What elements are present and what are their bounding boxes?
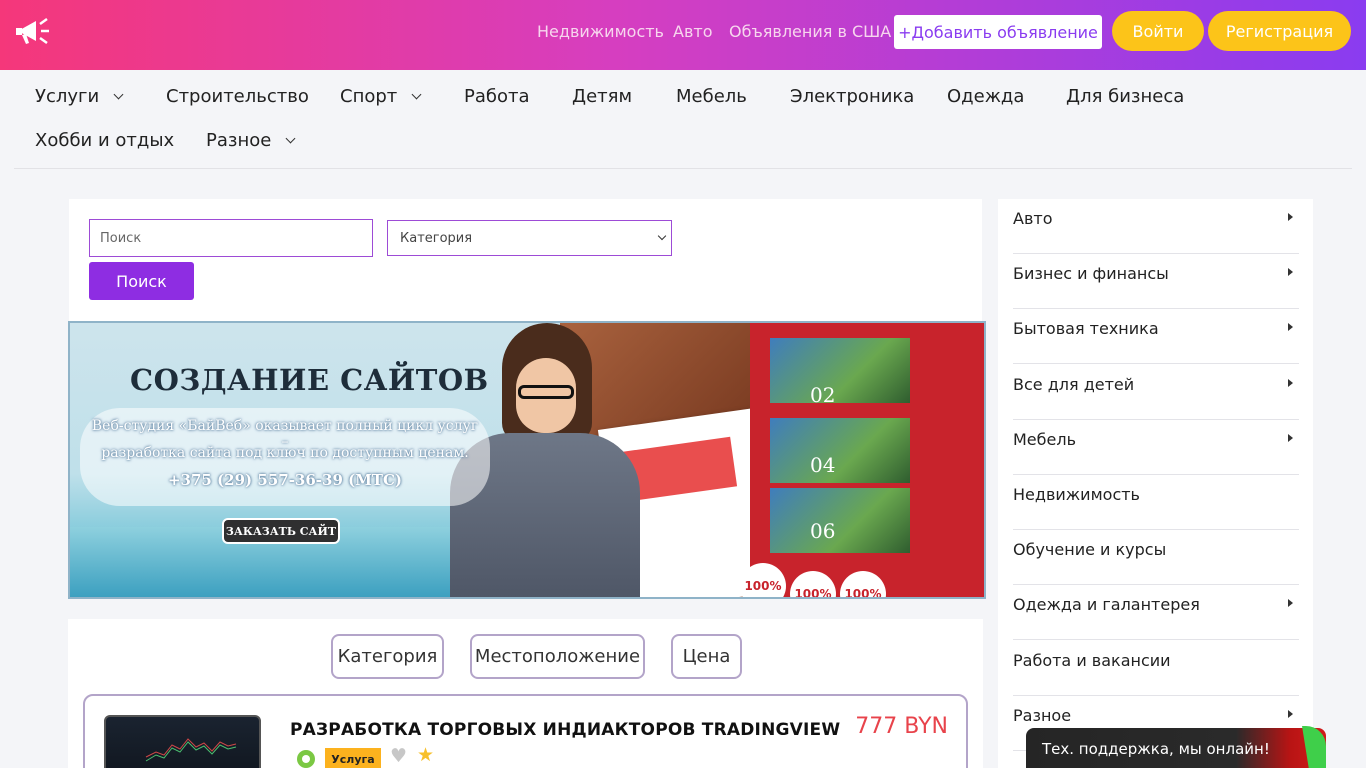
filter-price-button[interactable]: Цена [671, 634, 742, 679]
category-select-value: Категория [400, 231, 473, 246]
banner-brochure: 02 04 06 100% 100% 100% [740, 323, 984, 597]
support-chat-widget[interactable]: Тех. поддержка, мы онлайн! [1026, 726, 1326, 768]
register-button[interactable]: Регистрация [1208, 11, 1351, 51]
sidebar-item-appliances[interactable]: Бытовая техника [1013, 309, 1299, 364]
top-header: Недвижимость Авто Объявления в США +Доба… [0, 0, 1366, 70]
sidebar-item-label: Бизнес и финансы [1013, 264, 1169, 283]
brochure-photo [770, 488, 910, 553]
service-gear-icon [297, 750, 315, 768]
listing-section: Категория Местоположение Цена РАЗРАБОТКА… [68, 619, 983, 768]
banner-text: разработка сайта под ключ по доступным ц… [101, 445, 469, 461]
category-electronics[interactable]: Электроника [790, 86, 914, 107]
order-site-button[interactable]: ЗАКАЗАТЬ САЙТ [222, 518, 340, 544]
add-listing-button[interactable]: +Добавить объявление [894, 15, 1102, 49]
banner-phone: +375 (29) 557-36-39 (МТС) [167, 471, 403, 489]
category-kids[interactable]: Детям [572, 86, 632, 107]
ad-banner[interactable]: 02 04 06 100% 100% 100% СОЗДАНИЕ САЙТОВ … [68, 321, 986, 599]
category-misc[interactable]: Разное [206, 130, 296, 151]
brochure-photo [770, 338, 910, 403]
caret-right-icon [1288, 379, 1293, 387]
sidebar-item-business[interactable]: Бизнес и финансы [1013, 254, 1299, 309]
sidebar-item-label: Разное [1013, 706, 1072, 725]
category-clothes[interactable]: Одежда [947, 86, 1024, 107]
star-icon[interactable]: ★ [417, 744, 434, 766]
category-furniture[interactable]: Мебель [676, 86, 747, 107]
listing-type-badge: Услуга [325, 748, 381, 768]
brochure-badge: 100% [840, 571, 886, 597]
category-sport[interactable]: Спорт [340, 86, 422, 107]
search-button[interactable]: Поиск [89, 262, 194, 300]
sidebar-item-label: Недвижимость [1013, 485, 1140, 504]
category-services[interactable]: Услуги [35, 86, 124, 107]
listing-title[interactable]: РАЗРАБОТКА ТОРГОВЫХ ИНДИАКТОРОВ TRADINGV… [290, 720, 840, 740]
chevron-down-icon [113, 89, 124, 100]
brochure-number: 06 [810, 519, 836, 543]
category-label: Работа [464, 86, 530, 107]
sidebar-item-auto[interactable]: Авто [1013, 199, 1299, 254]
brochure-photo [770, 418, 910, 483]
category-label: Строительство [166, 86, 309, 107]
nav-link-usa-ads[interactable]: Объявления в США [729, 22, 891, 41]
chat-text: Тех. поддержка, мы онлайн! [1042, 740, 1270, 758]
login-button[interactable]: Войти [1112, 11, 1204, 51]
sidebar-item-label: Мебель [1013, 430, 1077, 449]
sidebar-item-education[interactable]: Обучение и курсы [1013, 530, 1299, 585]
caret-right-icon [1288, 213, 1293, 221]
brochure-number: 04 [810, 453, 836, 477]
category-label: Одежда [947, 86, 1025, 107]
sidebar-item-label: Работа и вакансии [1013, 651, 1171, 670]
category-label: Мебель [676, 86, 747, 107]
sidebar-item-furniture[interactable]: Мебель [1013, 420, 1299, 475]
divider [14, 168, 1352, 169]
search-panel: Поиск Категория Поиск [69, 199, 982, 321]
brochure-badge: 100% [740, 563, 786, 597]
brochure-number: 02 [810, 383, 836, 407]
category-select[interactable]: Категория [387, 220, 672, 256]
sidebar-item-label: Бытовая техника [1013, 319, 1159, 338]
caret-right-icon [1288, 434, 1293, 442]
megaphone-logo-icon[interactable] [14, 15, 52, 47]
sidebar-item-kids[interactable]: Все для детей [1013, 365, 1299, 420]
filter-location-button[interactable]: Местоположение [470, 634, 645, 679]
search-input[interactable]: Поиск [89, 219, 373, 257]
category-label: Детям [572, 86, 633, 107]
category-work[interactable]: Работа [464, 86, 530, 107]
caret-right-icon [1288, 268, 1293, 276]
sidebar-item-real-estate[interactable]: Недвижимость [1013, 475, 1299, 530]
category-label: Разное [206, 130, 272, 151]
listing-thumbnail[interactable] [104, 715, 261, 768]
category-construction[interactable]: Строительство [166, 86, 309, 107]
sidebar-item-label: Обучение и курсы [1013, 540, 1167, 559]
category-label: Электроника [790, 86, 915, 107]
caret-right-icon [1288, 323, 1293, 331]
chat-status-icon [1302, 726, 1326, 768]
caret-right-icon [1288, 599, 1293, 607]
brochure-badge: 100% [790, 571, 836, 597]
sidebar-item-label: Все для детей [1013, 375, 1135, 394]
nav-link-auto[interactable]: Авто [673, 22, 712, 41]
nav-link-real-estate[interactable]: Недвижимость [537, 22, 664, 41]
chart-thumbnail-icon [145, 738, 237, 762]
category-label: Спорт [340, 86, 398, 107]
chevron-down-icon [657, 231, 667, 241]
chevron-down-icon [285, 133, 296, 144]
sidebar-item-clothing[interactable]: Одежда и галантерея [1013, 585, 1299, 640]
chevron-down-icon [411, 89, 422, 100]
category-label: Для бизнеса [1066, 86, 1185, 107]
favorite-heart-icon[interactable]: ♥ [390, 745, 407, 767]
listing-price: 777 BYN [855, 714, 948, 739]
category-nav: Услуги Строительство Спорт Работа Детям … [0, 70, 1366, 169]
category-label: Услуги [35, 86, 100, 107]
filter-category-button[interactable]: Категория [331, 634, 444, 679]
category-sidebar: Авто Бизнес и финансы Бытовая техника Вс… [998, 199, 1313, 768]
banner-title: СОЗДАНИЕ САЙТОВ [130, 363, 489, 397]
sidebar-item-label: Одежда и галантерея [1013, 595, 1200, 614]
sidebar-item-label: Авто [1013, 209, 1053, 228]
sidebar-item-jobs[interactable]: Работа и вакансии [1013, 641, 1299, 696]
category-business[interactable]: Для бизнеса [1066, 86, 1184, 107]
caret-right-icon [1288, 710, 1293, 718]
category-label: Хобби и отдых [35, 130, 175, 151]
listing-card[interactable]: РАЗРАБОТКА ТОРГОВЫХ ИНДИАКТОРОВ TRADINGV… [83, 694, 968, 768]
category-hobby[interactable]: Хобби и отдых [35, 130, 174, 151]
